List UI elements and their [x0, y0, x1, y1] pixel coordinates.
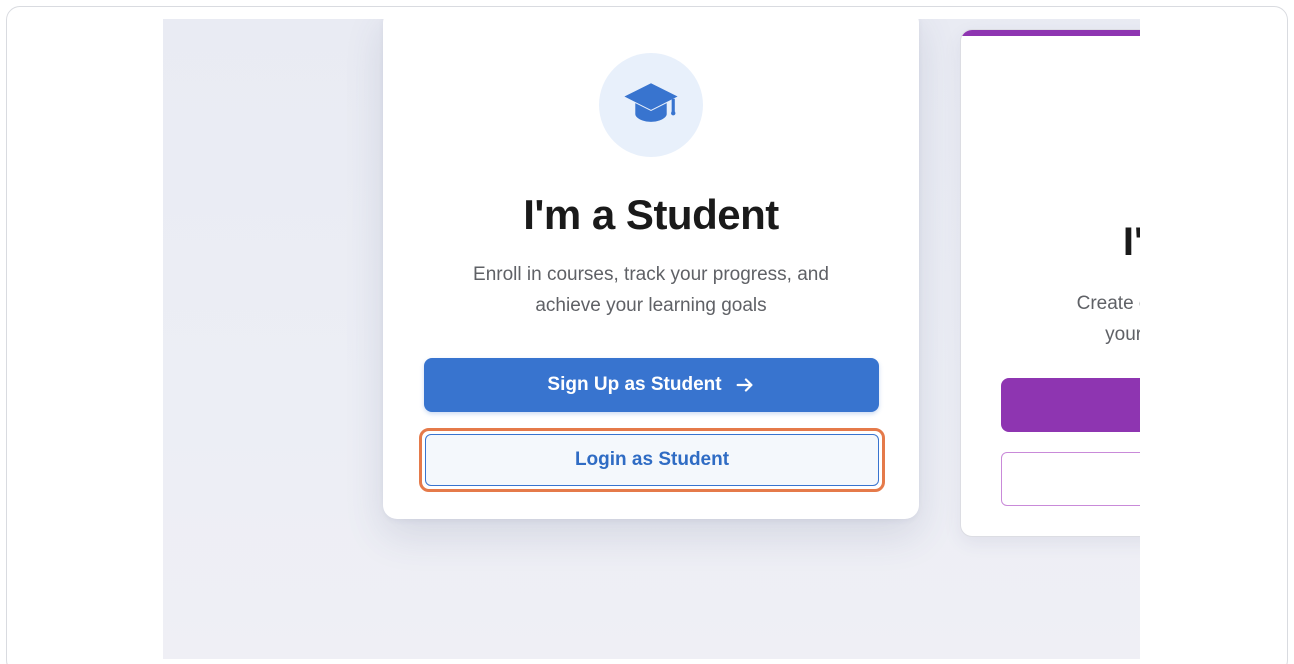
sign-up-as-student-button[interactable]: Sign Up as Student	[424, 358, 879, 412]
instructor-description-line: your k	[1105, 324, 1140, 345]
sign-up-label: Sign Up as Student	[547, 374, 722, 395]
student-description-line: achieve your learning goals	[535, 295, 767, 316]
graduation-cap-icon	[624, 83, 678, 122]
role-selection-stage: I'm a Student Enroll in courses, track y…	[163, 19, 1140, 659]
browser-frame: I'm a Student Enroll in courses, track y…	[6, 6, 1288, 664]
login-highlight-outline: Login as Student	[419, 428, 885, 492]
instructor-card: I'r Create cours your k S	[960, 29, 1140, 537]
instructor-title: I'r	[1122, 220, 1140, 264]
instructor-description: Create cours your k	[981, 288, 1140, 350]
student-icon-badge	[599, 53, 703, 157]
instructor-sign-up-button[interactable]: S	[1001, 378, 1140, 432]
student-description: Enroll in courses, track your progress, …	[443, 259, 859, 321]
login-as-student-button[interactable]: Login as Student	[425, 434, 879, 486]
instructor-login-button[interactable]	[1001, 452, 1140, 506]
instructor-accent-bar	[961, 30, 1140, 36]
student-title: I'm a Student	[523, 191, 779, 238]
student-card: I'm a Student Enroll in courses, track y…	[383, 19, 919, 519]
arrow-right-icon	[736, 378, 753, 392]
instructor-description-line: Create cours	[1076, 293, 1140, 314]
student-description-line: Enroll in courses, track your progress, …	[473, 264, 829, 285]
